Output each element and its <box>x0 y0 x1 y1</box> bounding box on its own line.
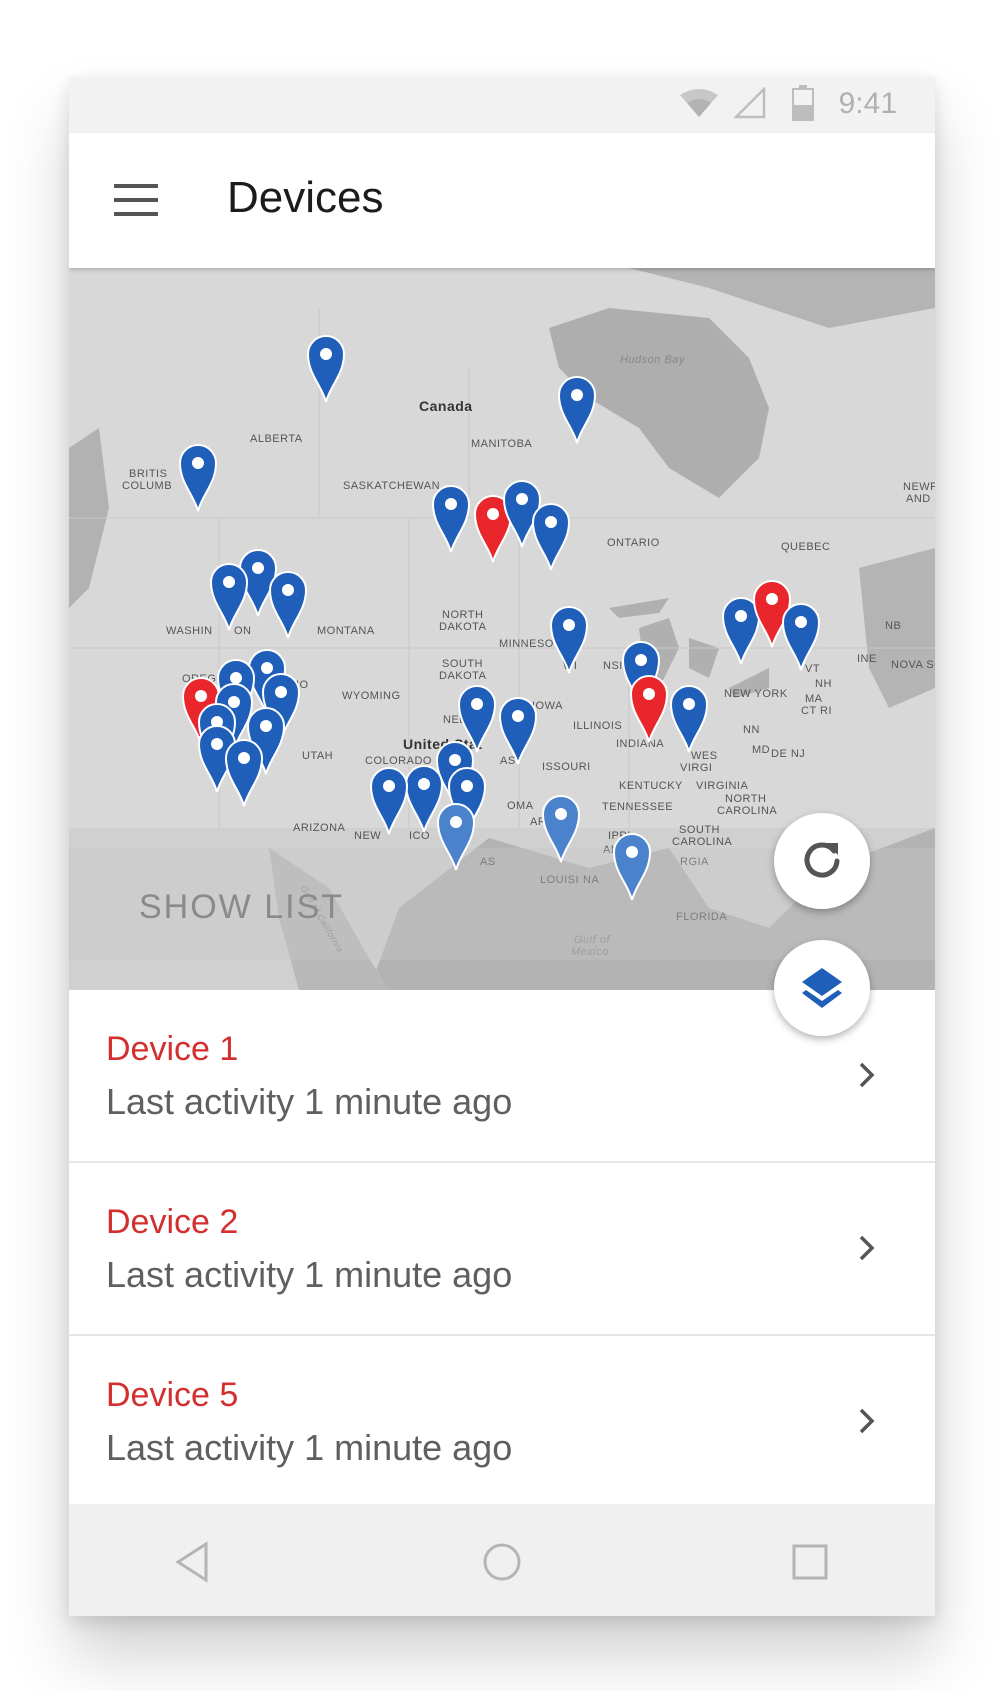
home-icon[interactable] <box>472 1532 532 1592</box>
map-label-washington: WASHIN <box>166 625 213 637</box>
device-last-activity: Last activity 1 minute ago <box>106 1427 513 1468</box>
map-label-west-virginia-2: VIRGI <box>680 762 713 774</box>
device-list: Device 1 Last activity 1 minute ago Devi… <box>69 990 935 1509</box>
cellular-signal-icon <box>734 87 766 119</box>
device-name: Device 1 <box>106 1030 239 1068</box>
map-label-hudson-bay: Hudson Bay <box>620 354 685 366</box>
map-label-canada: Canada <box>419 398 473 414</box>
status-time: 9:41 <box>838 87 897 120</box>
map-label-new-hampshire: NH <box>815 678 832 690</box>
map-pin[interactable] <box>555 371 599 445</box>
map-pin[interactable] <box>610 828 654 902</box>
map-label-arizona: ARIZONA <box>293 822 346 834</box>
map-pin[interactable] <box>266 566 310 640</box>
map-label-quebec: QUEBEC <box>781 541 831 553</box>
map-label-north-dakota: NORTH <box>442 609 484 621</box>
map-label-north-carolina: NORTH <box>725 793 767 805</box>
refresh-icon <box>804 842 840 878</box>
app-bar: Devices <box>69 133 935 268</box>
system-nav-bar <box>69 1504 935 1616</box>
map-pin[interactable] <box>547 601 591 675</box>
map-label-south-carolina-2: CAROLINA <box>672 836 733 848</box>
map-label-delaware-new-jersey: DE NJ <box>771 748 806 760</box>
map-label-ontario: ONTARIO <box>607 537 660 549</box>
device-name: Device 2 <box>106 1203 239 1241</box>
refresh-button[interactable] <box>774 813 870 909</box>
map-pin[interactable] <box>207 558 251 632</box>
map-pin[interactable] <box>222 734 266 808</box>
map-label-montana: MONTANA <box>317 625 375 637</box>
map-label-newfoundland: NEWF <box>903 481 935 493</box>
device-row[interactable]: Device 5 Last activity 1 minute ago <box>69 1336 935 1509</box>
map-label-virginia: VIRGINIA <box>696 780 749 792</box>
map-label-massachusetts: MA <box>805 693 823 705</box>
map-label-nb: NB <box>885 620 902 632</box>
wifi-icon <box>680 89 718 117</box>
page-title: Devices <box>227 173 384 222</box>
map-label-kentucky: KENTUCKY <box>619 780 683 792</box>
map-label-maine: INE <box>857 653 877 665</box>
map-pin[interactable] <box>539 790 583 864</box>
map-layers-button[interactable] <box>774 940 870 1036</box>
map-pin[interactable] <box>304 330 348 404</box>
map-pin[interactable] <box>529 498 573 572</box>
back-icon[interactable] <box>164 1532 224 1592</box>
map-pin[interactable] <box>667 680 711 754</box>
map-pin-alert[interactable] <box>627 670 671 744</box>
device-last-activity: Last activity 1 minute ago <box>106 1081 513 1122</box>
chevron-right-icon <box>859 1062 875 1088</box>
recents-icon[interactable] <box>780 1532 840 1592</box>
status-bar: 9:41 <box>69 77 935 133</box>
layers-icon <box>802 968 842 1008</box>
map-label-pennsylvania: NN <box>743 724 760 736</box>
map-label-new-york: NEW YORK <box>724 688 788 700</box>
map-pin[interactable] <box>429 480 473 554</box>
map-label-wyoming: WYOMING <box>342 690 401 702</box>
map-pin[interactable] <box>367 762 411 836</box>
device-row[interactable]: Device 2 Last activity 1 minute ago <box>69 1163 935 1336</box>
map-label-saskatchewan: SASKATCHEWAN <box>343 480 441 492</box>
map-label-alberta: ALBERTA <box>250 433 303 445</box>
map-pin[interactable] <box>779 598 823 672</box>
map-label-south-dakota: SOUTH <box>442 658 483 670</box>
map-label-illinois: ILLINOIS <box>573 720 623 732</box>
battery-icon <box>792 85 814 121</box>
map-pin[interactable] <box>176 439 220 513</box>
map-label-south-carolina: SOUTH <box>679 824 720 836</box>
map-label-tennessee: TENNESSEE <box>602 801 674 813</box>
map-label-north-dakota-2: DAKOTA <box>439 621 487 633</box>
map-label-ct-ri: CT RI <box>801 705 833 717</box>
map-label-manitoba: MANITOBA <box>471 438 533 450</box>
map-label-maryland: MD <box>752 744 771 756</box>
hamburger-menu-icon[interactable] <box>109 171 169 231</box>
map-label-oklahoma: OMA <box>507 800 534 812</box>
map-label-nova-scotia: NOVA SC <box>891 659 935 671</box>
map-label-utah: UTAH <box>302 750 334 762</box>
map-label-british-columbia-2: COLUMB <box>122 480 173 492</box>
chevron-right-icon <box>859 1235 875 1261</box>
chevron-right-icon <box>859 1408 875 1434</box>
map-pin[interactable] <box>496 692 540 766</box>
map-label-british-columbia: BRITIS <box>129 468 168 480</box>
map-label-newfoundland-2: AND <box>906 493 931 505</box>
map-label-missouri: ISSOURI <box>542 761 591 773</box>
map-label-north-carolina-2: CAROLINA <box>717 805 778 817</box>
show-list-label: SHOW LIST <box>139 888 345 926</box>
phone-screen: 9:41 Devices Hudson Bay Canada ALBERTA M… <box>69 77 935 1616</box>
device-name: Device 5 <box>106 1376 239 1414</box>
map-pin[interactable] <box>434 798 478 872</box>
device-last-activity: Last activity 1 minute ago <box>106 1254 513 1295</box>
